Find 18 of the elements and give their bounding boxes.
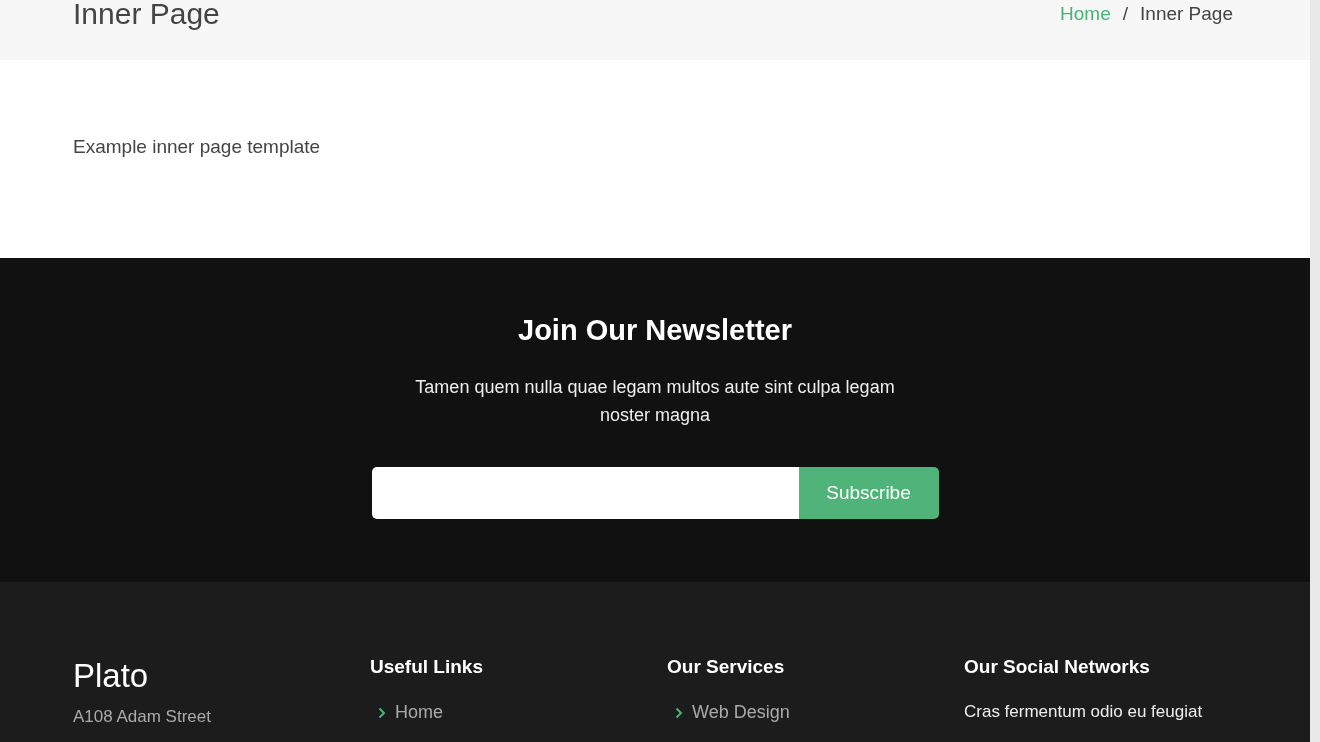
footer-link[interactable]: Home	[395, 702, 443, 723]
email-field[interactable]	[371, 467, 799, 519]
scrollbar[interactable]	[1310, 0, 1320, 742]
page-title: Inner Page	[73, 0, 220, 32]
footer-text: Cras fermentum odio eu feugiat	[964, 702, 1204, 722]
breadcrumb-separator: /	[1122, 3, 1129, 25]
footer-link[interactable]: Web Design	[692, 702, 790, 723]
breadcrumb-current: Inner Page	[1140, 3, 1233, 25]
footer-heading: Our Services	[667, 656, 786, 678]
footer-address: A108 Adam Street	[73, 707, 212, 727]
footer-heading: Our Social Networks	[964, 656, 1151, 678]
newsletter-text: Tamen quem nulla quae legam multos aute sint culpa legam noster magna	[414, 376, 896, 427]
chevron-icon	[378, 706, 386, 719]
page-text: Example inner page template	[73, 136, 322, 158]
footer-heading: Useful Links	[370, 656, 484, 678]
chevron-icon	[675, 706, 683, 719]
footer-brand: Plato	[73, 656, 150, 696]
newsletter-title: Join Our Newsletter	[518, 314, 792, 347]
